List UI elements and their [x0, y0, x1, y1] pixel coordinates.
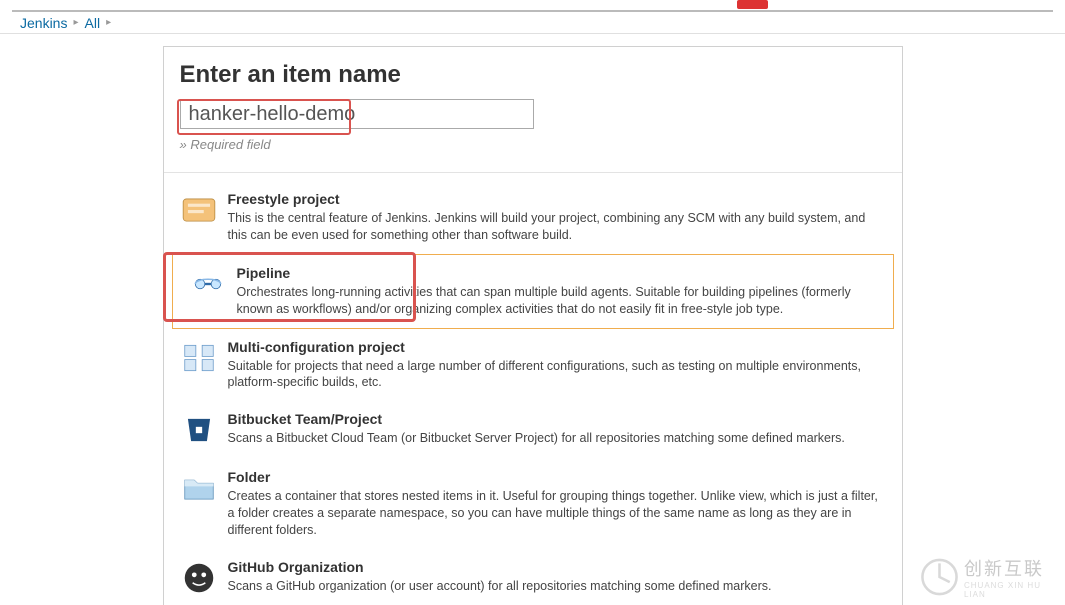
- item-type-freestyle[interactable]: Freestyle project This is the central fe…: [164, 181, 902, 254]
- multiconfig-icon: [180, 339, 218, 377]
- item-title: Multi-configuration project: [228, 339, 886, 355]
- github-icon: [180, 559, 218, 597]
- item-desc: Scans a GitHub organization (or user acc…: [228, 578, 886, 595]
- item-type-pipeline[interactable]: Pipeline Orchestrates long-running activ…: [172, 254, 894, 329]
- item-type-list: Freestyle project This is the central fe…: [164, 173, 902, 605]
- chevron-right-icon: ▸: [106, 17, 111, 28]
- breadcrumb-all[interactable]: All: [85, 15, 101, 31]
- breadcrumb-jenkins[interactable]: Jenkins: [20, 15, 67, 31]
- item-desc: This is the central feature of Jenkins. …: [228, 210, 886, 244]
- item-title: Bitbucket Team/Project: [228, 411, 886, 427]
- item-desc: Suitable for projects that need a large …: [228, 358, 886, 392]
- new-item-panel: Enter an item name » Required field Free…: [163, 46, 903, 605]
- bitbucket-icon: [180, 411, 218, 449]
- item-title: Pipeline: [237, 265, 877, 281]
- item-type-folder[interactable]: Folder Creates a container that stores n…: [164, 459, 902, 549]
- required-field-note: » Required field: [180, 137, 886, 152]
- breadcrumb: Jenkins ▸ All ▸: [0, 12, 1065, 34]
- item-title: Folder: [228, 469, 886, 485]
- item-title: GitHub Organization: [228, 559, 886, 575]
- item-desc: Scans a Bitbucket Cloud Team (or Bitbuck…: [228, 430, 886, 447]
- item-type-multiconfig[interactable]: Multi-configuration project Suitable for…: [164, 329, 902, 402]
- top-red-bar: [0, 0, 1065, 10]
- pipeline-icon: [189, 265, 227, 303]
- item-title: Freestyle project: [228, 191, 886, 207]
- freestyle-icon: [180, 191, 218, 229]
- chevron-right-icon: ▸: [73, 17, 78, 28]
- item-type-bitbucket[interactable]: Bitbucket Team/Project Scans a Bitbucket…: [164, 401, 902, 459]
- page-title: Enter an item name: [180, 61, 886, 89]
- item-name-input[interactable]: [180, 99, 534, 129]
- folder-icon: [180, 469, 218, 507]
- item-desc: Creates a container that stores nested i…: [228, 488, 886, 539]
- item-desc: Orchestrates long-running activities tha…: [237, 284, 877, 318]
- item-type-github-org[interactable]: GitHub Organization Scans a GitHub organ…: [164, 549, 902, 605]
